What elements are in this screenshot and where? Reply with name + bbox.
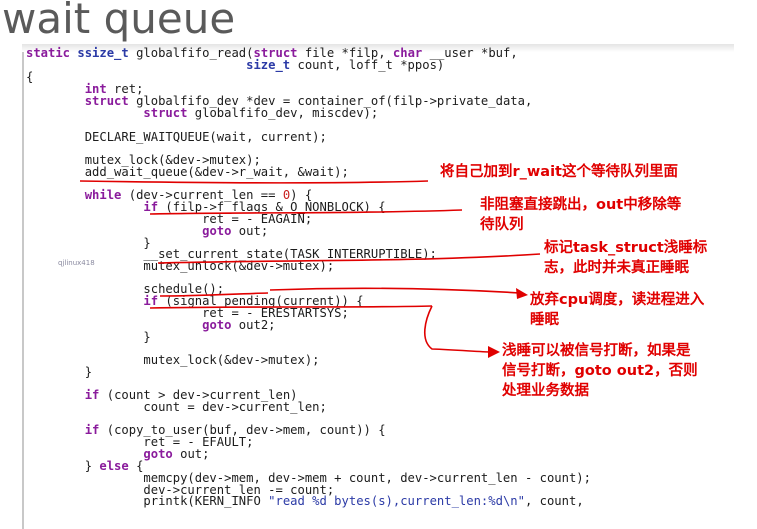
underline-add-wait-queue bbox=[79, 180, 429, 184]
arrow-head-schedule bbox=[516, 288, 528, 299]
arrow-schedule bbox=[269, 287, 521, 294]
annotation-nonblock-2: 待队列 bbox=[480, 217, 524, 233]
underline-set-state bbox=[157, 253, 541, 264]
annotation-signal-1: 浅睡可以被信号打断，如果是 bbox=[502, 343, 691, 359]
arrow-signal bbox=[424, 305, 493, 353]
underline-signal bbox=[149, 305, 433, 309]
underline-nonblock bbox=[149, 209, 463, 215]
annotation-signal-2: 信号打断，goto out2，否则 bbox=[502, 363, 698, 379]
annotation-add-wait: 将自己加到r_wait这个等待队列里面 bbox=[440, 164, 678, 180]
annotation-signal-3: 处理业务数据 bbox=[502, 383, 589, 399]
annotation-set-state-2: 志，此时并未真正睡眠 bbox=[544, 260, 689, 276]
arrow-head-signal bbox=[488, 346, 500, 358]
annotation-schedule-2: 睡眠 bbox=[530, 312, 559, 328]
underline-schedule bbox=[159, 292, 269, 297]
annotation-set-state-1: 标记task_struct浅睡标 bbox=[544, 240, 708, 256]
annotation-nonblock-1: 非阻塞直接跳出，out中移除等 bbox=[480, 197, 682, 213]
annotation-schedule-1: 放弃cpu调度，读进程进入 bbox=[530, 292, 705, 308]
